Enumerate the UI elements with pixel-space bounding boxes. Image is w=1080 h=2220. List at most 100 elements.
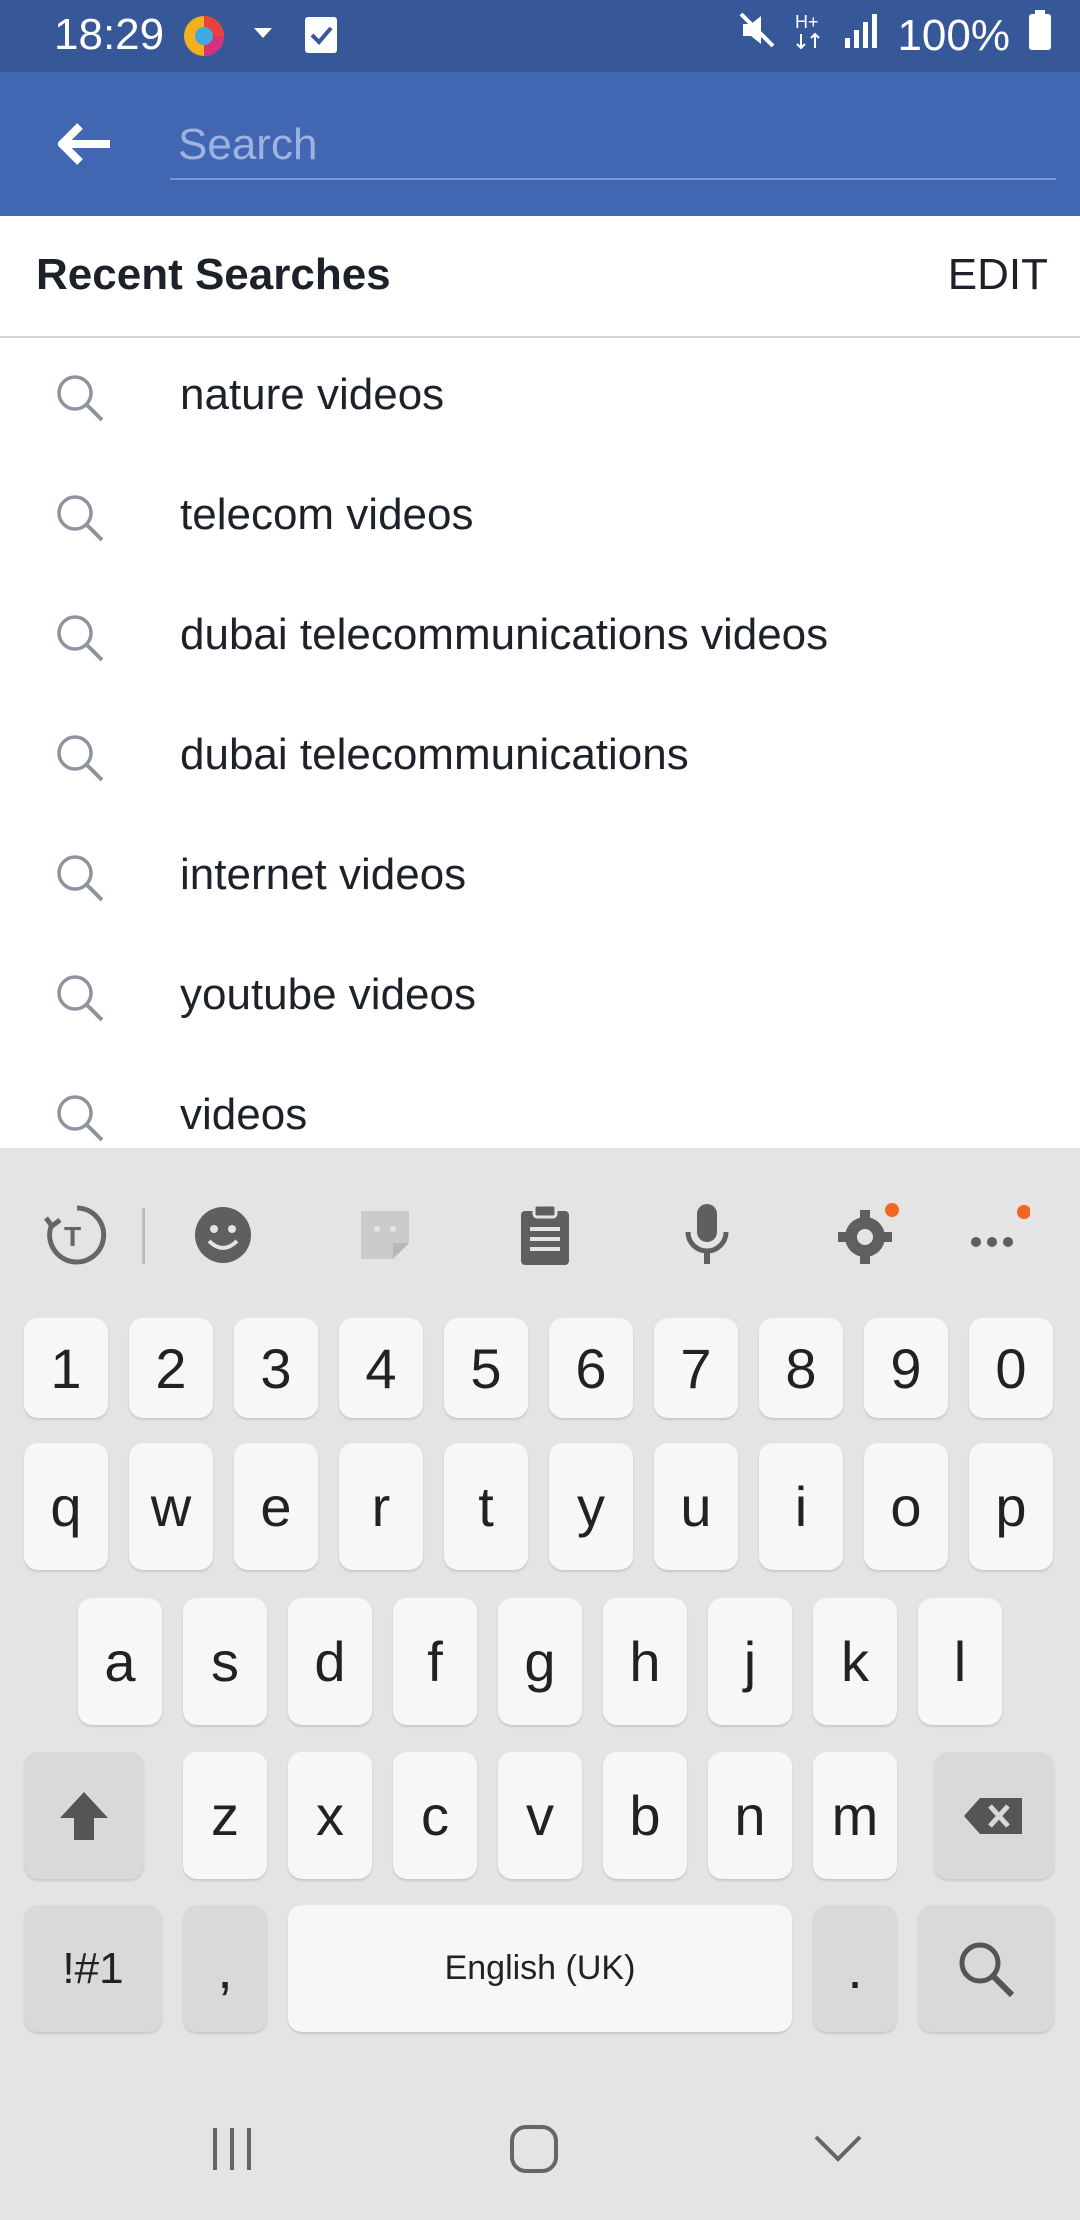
settings-icon[interactable] [832,1200,902,1270]
key-0[interactable]: 0 [969,1318,1053,1418]
mute-icon [737,10,777,61]
key-r[interactable]: r [339,1443,423,1570]
key-g[interactable]: g [498,1598,582,1725]
dropdown-icon [252,26,274,45]
key-v[interactable]: v [498,1752,582,1879]
recent-search-text: internet videos [180,850,467,899]
recent-searches-header: Recent Searches EDIT [0,216,1080,338]
home-button[interactable] [494,2114,574,2184]
battery-icon [1028,10,1052,61]
search-icon [54,492,106,544]
key-k[interactable]: k [813,1598,897,1725]
clipboard-icon[interactable] [510,1200,580,1270]
key-3[interactable]: 3 [234,1318,318,1418]
search-icon [54,1092,106,1144]
svg-text:H+: H+ [795,12,819,32]
svg-text:T: T [64,1221,81,1252]
recent-search-item[interactable]: youtube videos [0,938,1080,1058]
key-x[interactable]: x [288,1752,372,1879]
recent-search-text: videos [180,1090,308,1139]
shift-icon [60,1791,108,1840]
recent-search-list: nature videos telecom videos dubai telec… [0,338,1080,1148]
hide-keyboard-button[interactable] [798,2114,878,2184]
key-u[interactable]: u [654,1443,738,1570]
backspace-icon [964,1797,1022,1834]
key-a[interactable]: a [78,1598,162,1725]
chevron-down-icon [814,2135,862,2162]
key-y[interactable]: y [549,1443,633,1570]
recent-apps-icon [213,2128,251,2170]
key-6[interactable]: 6 [549,1318,633,1418]
sticker-icon[interactable] [350,1200,420,1270]
recent-search-text: youtube videos [180,970,476,1019]
key-h[interactable]: h [603,1598,687,1725]
back-button[interactable] [40,104,130,184]
key-8[interactable]: 8 [759,1318,843,1418]
search-header [0,72,1080,216]
key-2[interactable]: 2 [129,1318,213,1418]
key-5[interactable]: 5 [444,1318,528,1418]
back-arrow-icon [58,123,110,165]
key-1[interactable]: 1 [24,1318,108,1418]
recent-search-text: telecom videos [180,490,474,539]
recent-search-item[interactable]: videos [0,1058,1080,1148]
symbols-key[interactable]: !#1 [24,1905,162,2032]
period-key[interactable]: . [813,1905,897,2032]
home-icon [510,2125,558,2173]
recent-search-item[interactable]: dubai telecommunications [0,698,1080,818]
battery-label: 100% [897,10,1010,60]
status-bar: 18:29 H+ 100% [0,0,1080,72]
backspace-key[interactable] [934,1752,1054,1879]
key-n[interactable]: n [708,1752,792,1879]
key-z[interactable]: z [183,1752,267,1879]
search-icon [959,1942,1015,1997]
space-key[interactable]: English (UK) [288,1905,792,2032]
search-icon [54,852,106,904]
hplus-icon: H+ [795,10,825,61]
search-input[interactable] [170,112,1056,180]
key-d[interactable]: d [288,1598,372,1725]
more-icon[interactable] [962,1200,1032,1270]
recent-search-item[interactable]: nature videos [0,338,1080,458]
recent-search-text: nature videos [180,370,445,419]
key-4[interactable]: 4 [339,1318,423,1418]
recent-search-item[interactable]: dubai telecommunications videos [0,578,1080,698]
search-icon [54,612,106,664]
shift-key[interactable] [24,1752,144,1879]
key-l[interactable]: l [918,1598,1002,1725]
search-icon [54,372,106,424]
key-w[interactable]: w [129,1443,213,1570]
key-m[interactable]: m [813,1752,897,1879]
key-j[interactable]: j [708,1598,792,1725]
key-e[interactable]: e [234,1443,318,1570]
recent-search-item[interactable]: internet videos [0,818,1080,938]
key-c[interactable]: c [393,1752,477,1879]
keyboard: T 1 2 3 4 5 6 7 8 9 0 q w e r t y u i o [0,1148,1080,2220]
recent-search-text: dubai telecommunications videos [180,610,829,659]
key-b[interactable]: b [603,1752,687,1879]
recent-searches-title: Recent Searches [36,250,391,299]
text-mode-icon[interactable]: T [42,1200,112,1270]
comma-key[interactable]: , [183,1905,267,2032]
microphone-icon[interactable] [672,1200,742,1270]
key-q[interactable]: q [24,1443,108,1570]
key-9[interactable]: 9 [864,1318,948,1418]
search-key[interactable] [918,1905,1054,2032]
key-i[interactable]: i [759,1443,843,1570]
edit-button[interactable]: EDIT [948,250,1048,300]
key-f[interactable]: f [393,1598,477,1725]
toolbar-divider [142,1208,145,1264]
recent-search-item[interactable]: telecom videos [0,458,1080,578]
key-t[interactable]: t [444,1443,528,1570]
search-icon [54,972,106,1024]
checkbox-icon [304,16,338,59]
key-s[interactable]: s [183,1598,267,1725]
key-7[interactable]: 7 [654,1318,738,1418]
keyboard-toolbar: T [0,1148,1080,1318]
key-o[interactable]: o [864,1443,948,1570]
emoji-icon[interactable] [188,1200,258,1270]
navigation-bar [0,2078,1080,2220]
key-p[interactable]: p [969,1443,1053,1570]
recent-search-text: dubai telecommunications [180,730,689,779]
recent-apps-button[interactable] [192,2114,272,2184]
